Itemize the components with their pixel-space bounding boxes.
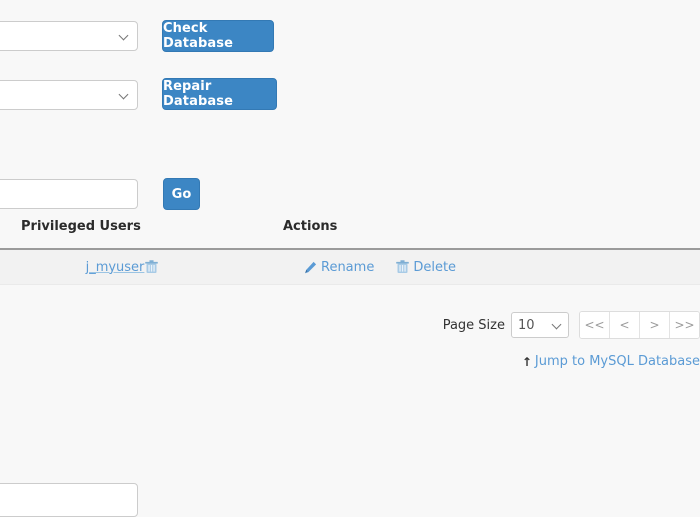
trash-icon [396,260,410,274]
column-header-actions: Actions [283,219,338,234]
pagination-next-button[interactable]: > [640,312,670,338]
pagination-buttons: << < > >> [579,311,700,339]
arrow-up-icon: ↑ [521,354,532,369]
rename-action-label: Rename [321,259,375,275]
cell-privileged-user: j_myuser [0,260,304,275]
chevron-down-icon [119,31,129,41]
table-header-row: Privileged Users Actions [0,218,700,250]
delete-action[interactable]: Delete [396,260,456,275]
page-size-label: Page Size [442,317,505,333]
jump-to-mysql-database-link[interactable]: ↑ Jump to MySQL Database [522,354,700,369]
page-size-select[interactable]: 10 [511,312,569,338]
delete-action-label: Delete [413,259,457,275]
chevron-down-icon [552,320,562,330]
pagination-first-button[interactable]: << [580,312,610,338]
repair-database-button[interactable]: Repair Database [162,78,277,110]
privileged-users-table: Privileged Users Actions j_myuser Rename… [0,218,700,285]
go-button[interactable]: Go [163,178,200,210]
bottom-text-input[interactable] [0,483,138,517]
page-root: Check Database Repair Database Go Privil… [0,0,700,517]
page-size-value: 10 [518,317,535,333]
repair-database-select[interactable] [0,80,138,110]
pagination: Page Size 10 << < > >> [443,311,700,339]
pagination-last-button[interactable]: >> [670,312,699,338]
jump-to-mysql-database-label: Jump to MySQL Database [534,354,700,369]
check-database-button[interactable]: Check Database [162,20,274,52]
user-link[interactable]: j_myuser [86,260,145,275]
search-input[interactable] [0,179,138,209]
check-database-select[interactable] [0,21,138,51]
chevron-down-icon [119,90,129,100]
pencil-icon [304,261,317,274]
trash-icon[interactable] [145,260,159,274]
cell-actions: Rename Delete [304,260,456,275]
table-row: j_myuser Rename Delete [0,250,700,285]
rename-action[interactable]: Rename [304,260,374,275]
pagination-prev-button[interactable]: < [610,312,640,338]
column-header-privileged-users: Privileged Users [21,219,141,234]
